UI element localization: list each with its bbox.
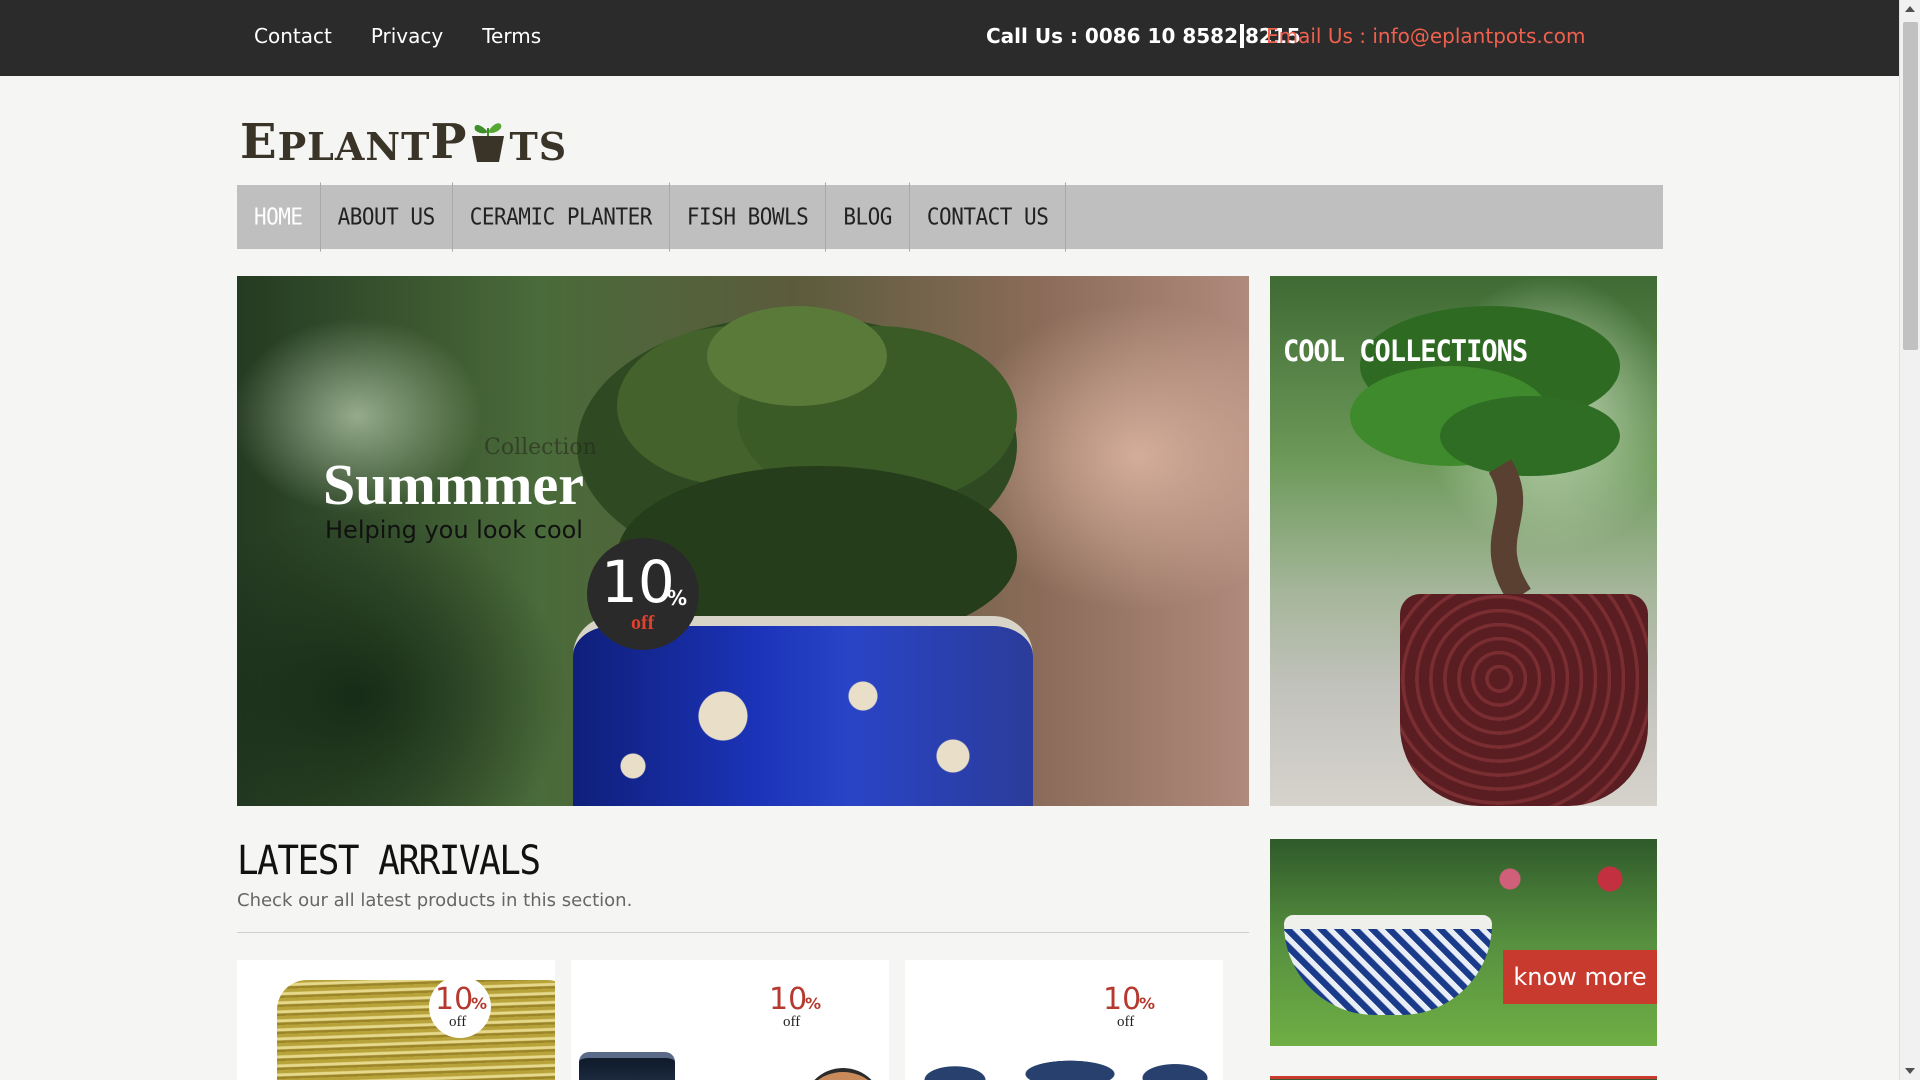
discount-number: 10 (435, 982, 474, 1017)
top-link-contact[interactable]: Contact (254, 24, 332, 48)
blue-bowls-image (905, 1060, 1223, 1080)
copper-pot-image (803, 1068, 883, 1080)
discount-number: 10 (1103, 982, 1142, 1017)
discount-badge: 10 % off (429, 976, 491, 1038)
nav-item-about-us[interactable]: ABOUT US (321, 182, 453, 252)
know-more-button[interactable]: know more (1503, 950, 1657, 1004)
maroon-pot-image (1400, 594, 1648, 806)
discount-off: off (783, 1014, 801, 1030)
scroll-up-icon[interactable] (1905, 6, 1915, 12)
blue-white-bowl-image (1284, 915, 1492, 1015)
top-link-privacy[interactable]: Privacy (371, 24, 443, 48)
discount-badge: 10 % off (763, 976, 825, 1038)
nav-item-blog[interactable]: BLOG (826, 182, 910, 252)
next-promo-panel[interactable] (1270, 1076, 1657, 1080)
section-divider (237, 932, 1249, 933)
section-subtitle: Check our all latest products in this se… (237, 890, 633, 911)
discount-percent: % (805, 994, 822, 1013)
product-card[interactable]: 10 % off (905, 960, 1223, 1080)
call-us-text: Call Us : 0086 10 8582 8215 (986, 24, 1301, 48)
discount-percent: % (471, 994, 488, 1013)
hero-subtitle: Helping you look cool (325, 516, 583, 544)
hero-title: Summmer (323, 452, 584, 517)
logo-letter-e: E (240, 114, 278, 170)
nav-item-ceramic-planter[interactable]: CERAMIC PLANTER (453, 182, 670, 252)
discount-percent: % (1139, 994, 1156, 1013)
discount-badge: 10 % off (1097, 976, 1159, 1038)
cool-collections-panel[interactable]: COOL COLLECTIONS (1270, 276, 1657, 806)
scrollbar-thumb[interactable] (1903, 22, 1918, 350)
discount-off: off (449, 1014, 467, 1030)
logo-word-ts: TS (509, 124, 568, 169)
cool-collections-title: COOL COLLECTIONS (1283, 334, 1528, 369)
hero-discount-badge: 10 % off (587, 538, 699, 650)
top-links: Contact Privacy Terms (254, 24, 541, 48)
scroll-down-icon[interactable] (1905, 1068, 1915, 1074)
section-title: LATEST ARRIVALS (237, 838, 541, 884)
nav-item-fish-bowls[interactable]: FISH BOWLS (670, 182, 827, 252)
hero-discount-off: off (631, 612, 655, 634)
hero-banner[interactable]: Collection Summmer Helping you look cool… (237, 276, 1249, 806)
main-nav: HOME ABOUT US CERAMIC PLANTER FISH BOWLS… (237, 182, 1663, 252)
logo-word-plant: PLANT (277, 124, 431, 169)
promo-panel[interactable]: know more (1270, 839, 1657, 1046)
black-pot-image (579, 1052, 675, 1080)
hero-discount-percent: % (667, 586, 688, 610)
top-bar: Contact Privacy Terms Call Us : 0086 10 … (0, 0, 1899, 76)
page-scrollbar[interactable] (1899, 0, 1920, 1080)
gold-pot-image (277, 980, 555, 1080)
site-logo[interactable]: E PLANT P TS (240, 100, 567, 170)
nav-item-contact-us[interactable]: CONTACT US (910, 182, 1067, 252)
product-card[interactable]: 10 % off (571, 960, 889, 1080)
email-link[interactable]: Email Us : info@eplantpots.com (1266, 24, 1585, 48)
logo-pot-icon (469, 123, 507, 166)
top-divider (1240, 24, 1244, 48)
hero-discount-number: 10 (601, 548, 675, 616)
nav-item-home[interactable]: HOME (237, 182, 321, 252)
logo-letter-p: P (430, 114, 468, 170)
product-card[interactable]: 10 % off (237, 960, 555, 1080)
top-link-terms[interactable]: Terms (482, 24, 541, 48)
discount-off: off (1117, 1014, 1135, 1030)
discount-number: 10 (769, 982, 808, 1017)
